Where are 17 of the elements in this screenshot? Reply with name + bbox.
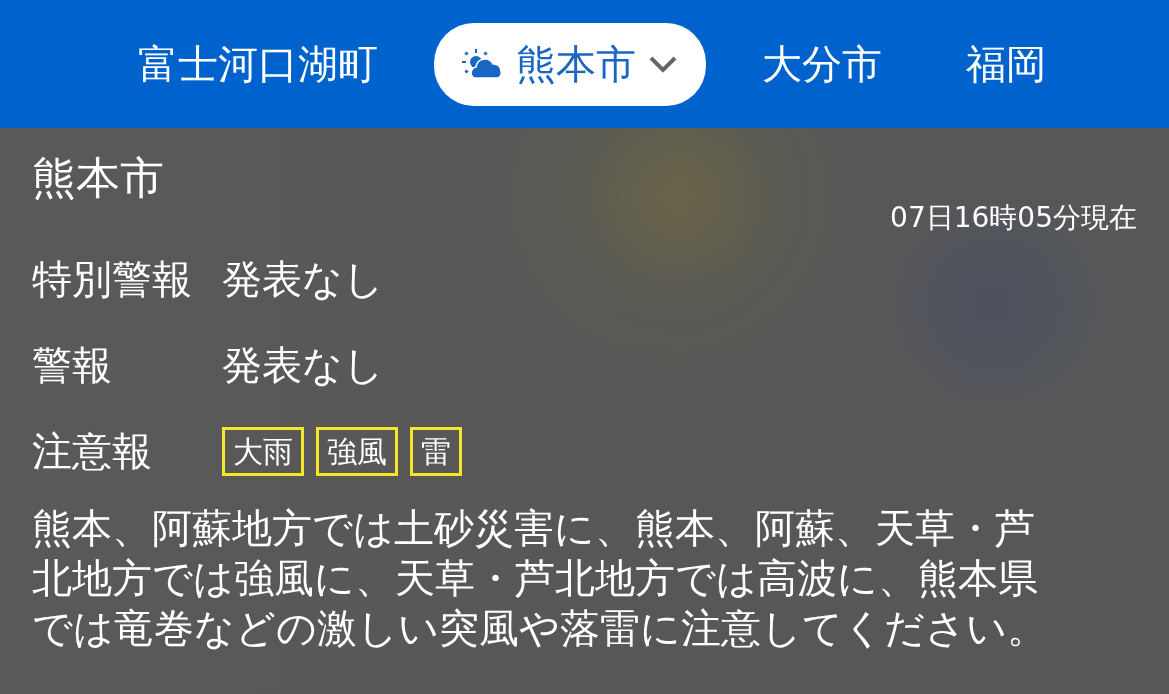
location-tab[interactable]: 大分市: [734, 22, 910, 106]
warning-label: 警報: [32, 341, 113, 391]
location-tab[interactable]: 熊本市: [434, 22, 706, 106]
advisory-message: 熊本、阿蘇地方では土砂災害に、熊本、阿蘇、天草・芦北地方では強風に、天草・芦北地方では高波に、熊本県では竜巻などの激しい突風や落雷に注意してください。: [32, 503, 1048, 653]
warning-label: 特別警報: [32, 255, 193, 305]
location-tab[interactable]: 福岡: [938, 22, 1074, 106]
chevron-down-icon: [648, 55, 678, 73]
city-title: 熊本市: [32, 152, 164, 205]
advisory-tag: 雷: [410, 427, 462, 477]
location-tab[interactable]: 富士河口湖町: [110, 22, 406, 106]
warning-value: 発表なし: [222, 341, 384, 391]
advisory-tag: 強風: [316, 427, 398, 477]
warning-label: 注意報: [32, 427, 153, 477]
advisory-tag: 大雨: [222, 427, 304, 477]
partly-cloudy-icon: [462, 49, 504, 79]
warning-value: 発表なし: [222, 255, 384, 305]
update-time: 07日16時05分現在: [890, 199, 1137, 236]
